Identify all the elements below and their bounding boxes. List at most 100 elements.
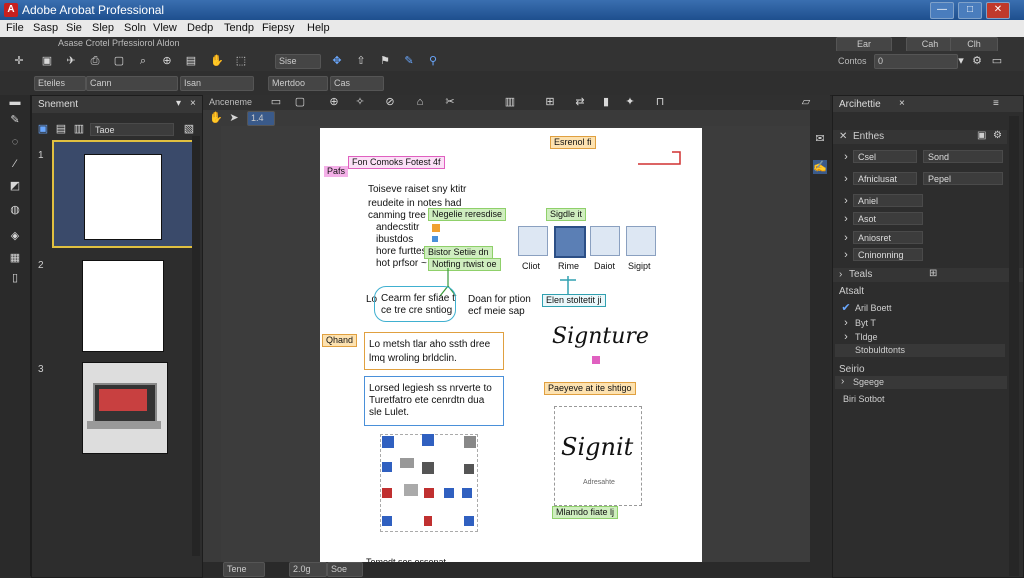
- properties-close-icon[interactable]: ×: [899, 98, 905, 109]
- menu-item-4[interactable]: Slep: [92, 22, 114, 34]
- menu-item-9[interactable]: Fiepsy: [262, 22, 294, 34]
- pages-scrollbar[interactable]: [192, 136, 200, 556]
- row-label-5[interactable]: Aniosret: [853, 231, 923, 244]
- properties-scrollbar[interactable]: [1009, 116, 1019, 576]
- page-thumbnail-3[interactable]: [52, 362, 192, 454]
- menu-item-3[interactable]: Sie: [66, 22, 82, 34]
- page-thumbnail-1[interactable]: [52, 140, 196, 248]
- zoom-level-field[interactable]: 1.4: [247, 111, 275, 126]
- pin-icon[interactable]: ✥: [330, 54, 344, 68]
- page-icon[interactable]: ▢: [112, 54, 126, 68]
- icon-a[interactable]: ▭: [269, 95, 283, 109]
- green-tag-1[interactable]: Negelie reresdise: [428, 208, 507, 221]
- stamp-icon[interactable]: ⚑: [378, 54, 392, 68]
- teal-tag[interactable]: Elen stoltetit ji: [542, 294, 606, 307]
- status-zoom[interactable]: 2.0g: [289, 562, 327, 577]
- toolbar-field-cann[interactable]: Cann: [86, 76, 178, 91]
- menu-item-5[interactable]: Soln: [124, 22, 146, 34]
- menu-item-2[interactable]: Sasp: [33, 22, 58, 34]
- stamp-tool-icon[interactable]: ◍: [8, 203, 22, 217]
- search2-icon[interactable]: ⚲: [426, 54, 440, 68]
- eraser-icon[interactable]: ◩: [8, 179, 22, 193]
- panel-option-icon[interactable]: ▧: [182, 122, 196, 136]
- save-icon[interactable]: ▣: [40, 54, 54, 68]
- icon-i[interactable]: ⊞: [543, 95, 557, 109]
- list-view-icon[interactable]: ▤: [54, 122, 68, 136]
- row-label-1[interactable]: Csel: [853, 150, 917, 163]
- panel-close-icon[interactable]: ×: [190, 98, 196, 109]
- properties-menu-icon[interactable]: ≡: [993, 98, 999, 109]
- menu-help[interactable]: Help: [307, 22, 330, 34]
- print-icon[interactable]: ⎙: [88, 54, 102, 68]
- file-icon[interactable]: ▯: [8, 271, 22, 285]
- upload-icon[interactable]: ⇧: [354, 54, 368, 68]
- section-teals-grid-icon[interactable]: ⊞: [929, 268, 937, 279]
- menu-item-7[interactable]: Dedp: [187, 22, 213, 34]
- icon-b[interactable]: ▢: [293, 95, 307, 109]
- frame-tool-icon[interactable]: [554, 226, 586, 258]
- row-label-4[interactable]: Asot: [853, 212, 923, 225]
- section-enthes[interactable]: ✕ Enthes ▣ ⚙: [833, 130, 1007, 144]
- zoom-dropdown-icon[interactable]: ▾: [954, 54, 968, 68]
- orange-text-box[interactable]: Lo metsh tlar aho ssth dree lmq wroling …: [364, 332, 504, 370]
- page-top-tag[interactable]: Esrenol fi: [550, 136, 596, 149]
- toolbar-field-cas[interactable]: Cas: [330, 76, 384, 91]
- layout-icon[interactable]: ▤: [184, 54, 198, 68]
- row-label-2[interactable]: Afniclusat: [853, 172, 917, 185]
- green-tag-right[interactable]: Sigdle it: [546, 208, 587, 221]
- sub-row[interactable]: › Sgeege: [835, 376, 1007, 389]
- icon-k[interactable]: ▮: [599, 95, 613, 109]
- toolbar-field-isan[interactable]: Isan: [180, 76, 254, 91]
- check-row-4[interactable]: Stobuldtonts: [835, 344, 1005, 357]
- brush-icon[interactable]: ⁄: [8, 157, 22, 171]
- pencil-icon[interactable]: ✎: [8, 113, 22, 127]
- maximize-button[interactable]: □: [958, 2, 982, 19]
- row-value-1[interactable]: Sond: [923, 150, 1003, 163]
- blue-text-box[interactable]: Lorsed legiesh ss nrverte to Turetfatro …: [364, 376, 504, 426]
- toolbar-btn-2[interactable]: Cah: [906, 37, 954, 52]
- lock-icon[interactable]: ▭: [990, 54, 1004, 68]
- pointer-icon[interactable]: ➤: [227, 111, 241, 125]
- green-tag-bottom[interactable]: Mlamdo fiate lj: [552, 506, 619, 519]
- toolbar-btn-3[interactable]: Clh: [950, 37, 998, 52]
- icon-m[interactable]: ⊓: [653, 95, 667, 109]
- hand-icon[interactable]: ✋: [210, 54, 224, 68]
- share-icon[interactable]: ✈: [64, 54, 78, 68]
- close-button[interactable]: ✕: [986, 2, 1010, 19]
- icon-h[interactable]: ▥: [503, 95, 517, 109]
- page-filter-field[interactable]: Taoe: [90, 123, 174, 136]
- check-icon-1[interactable]: ✔: [839, 301, 853, 315]
- sign-tool-icon[interactable]: [626, 226, 656, 256]
- icon-c[interactable]: ⊕: [327, 95, 341, 109]
- grid-icon[interactable]: ▦: [8, 251, 22, 265]
- icon-n[interactable]: ▱: [799, 95, 813, 109]
- icon-j[interactable]: ⇄: [573, 95, 587, 109]
- section-gear-icon[interactable]: ⚙: [993, 130, 1002, 141]
- orange-label[interactable]: Qhand: [322, 334, 358, 347]
- toolbar-btn-1[interactable]: Ear: [836, 37, 892, 52]
- speech-bubble[interactable]: Cearm fer sfiae t ce tre cre sntiog: [374, 286, 456, 322]
- search-icon[interactable]: ⌕: [136, 54, 150, 68]
- section-teals[interactable]: › Teals ⊞: [833, 268, 1023, 282]
- comment-icon[interactable]: ✉: [813, 132, 827, 146]
- hand-tool-icon[interactable]: ✋: [209, 111, 223, 125]
- draw-tool-icon[interactable]: [590, 226, 620, 256]
- zoom-field[interactable]: 0: [874, 54, 958, 69]
- icon-g[interactable]: ✂: [443, 95, 457, 109]
- icon-d[interactable]: ✧: [353, 95, 367, 109]
- select-icon[interactable]: ⬚: [234, 54, 248, 68]
- row-value-2[interactable]: Pepel: [923, 172, 1003, 185]
- status-view[interactable]: Soe: [327, 562, 363, 577]
- section-lock-icon[interactable]: ▣: [977, 130, 986, 141]
- menu-item-8[interactable]: Tendp: [224, 22, 254, 34]
- icon-l[interactable]: ✦: [623, 95, 637, 109]
- arrow-tool-icon[interactable]: ✛: [12, 54, 26, 68]
- minimize-button[interactable]: —: [930, 2, 954, 19]
- marker-icon[interactable]: ✎: [402, 54, 416, 68]
- title-tag[interactable]: Fon Comoks Fotest 4f: [348, 156, 445, 169]
- panel-menu-icon[interactable]: ▾: [176, 98, 181, 109]
- zoom-icon[interactable]: ⊕: [160, 54, 174, 68]
- cut-tool-icon[interactable]: [518, 226, 548, 256]
- thumbnail-view-icon[interactable]: ▣: [36, 122, 50, 136]
- signature-field[interactable]: Signit Adresahte: [554, 406, 642, 506]
